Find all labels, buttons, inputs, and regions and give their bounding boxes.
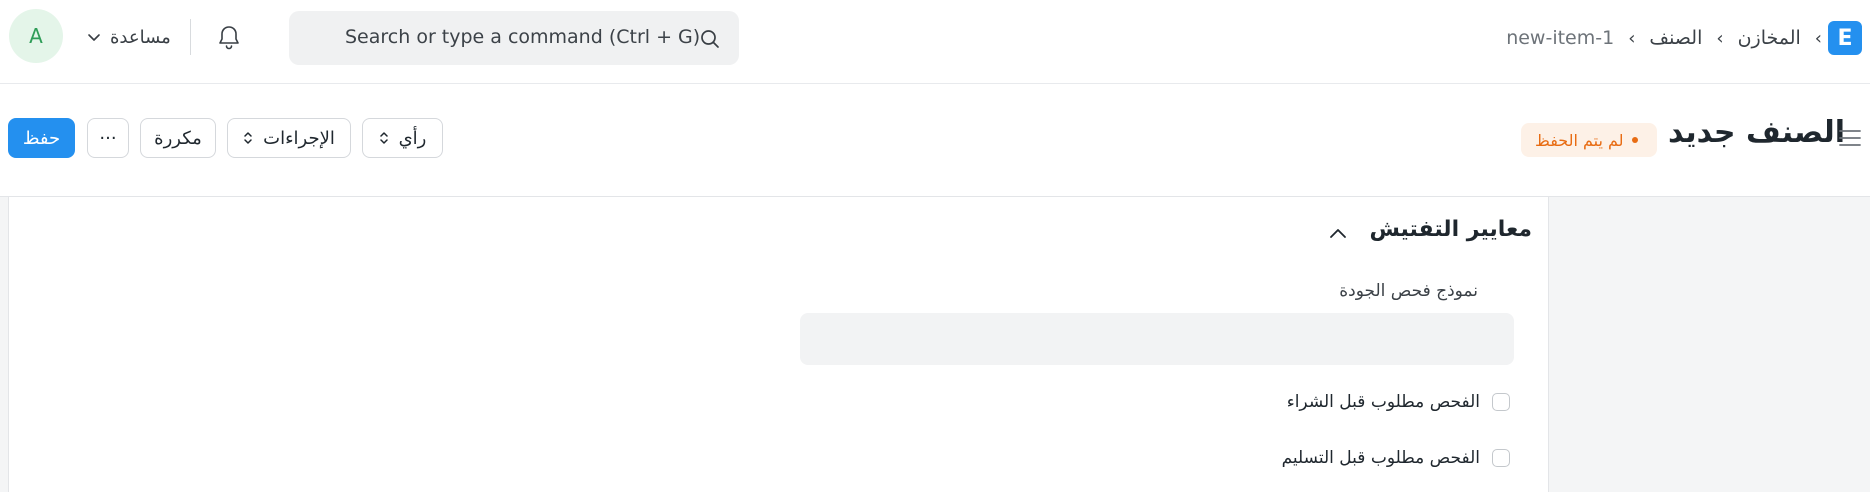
status-badge: لم يتم الحفظ — [1521, 123, 1657, 157]
breadcrumb-separator: ‹ — [1628, 27, 1636, 49]
duplicate-button[interactable]: مكررة — [140, 118, 216, 158]
view-label: رأي — [398, 127, 427, 149]
sidebar-toggle-hamburger-icon[interactable] — [1838, 127, 1862, 149]
breadcrumb: new-item-1 ‹ الصنف ‹ المخازن ‹ — [1506, 20, 1822, 56]
actions-dropdown[interactable]: الإجراءات — [227, 118, 351, 158]
updown-caret-icon — [379, 132, 388, 144]
updown-caret-icon — [244, 132, 252, 144]
inspection-before-delivery-label: الفحص مطلوب قبل التسليم — [1281, 448, 1480, 468]
notifications-bell-icon[interactable] — [214, 22, 244, 52]
more-options-button[interactable]: ··· — [87, 118, 129, 158]
chevron-up-icon[interactable] — [1328, 226, 1348, 240]
avatar[interactable]: A — [9, 9, 63, 63]
breadcrumb-item-item[interactable]: الصنف — [1649, 27, 1702, 49]
chevron-down-icon — [88, 34, 100, 41]
inspection-before-purchase-checkbox[interactable] — [1492, 393, 1510, 411]
search-bar[interactable]: Search or type a command (Ctrl + G) — [289, 11, 739, 65]
view-dropdown[interactable]: رأي — [362, 118, 443, 158]
navbar: A مساعدة Search or type a command (Ctrl … — [0, 0, 1870, 84]
quality-inspection-template-label: نموذج فحص الجودة — [1339, 281, 1478, 301]
status-dot-icon — [1631, 137, 1638, 143]
search-icon — [701, 30, 719, 48]
help-label: مساعدة — [110, 26, 171, 48]
status-badge-label: لم يتم الحفظ — [1535, 130, 1624, 150]
breadcrumb-separator: ‹ — [1716, 27, 1724, 49]
inspection-before-delivery-row[interactable]: الفحص مطلوب قبل التسليم — [1282, 445, 1510, 471]
breadcrumb-item-current[interactable]: new-item-1 — [1506, 27, 1614, 49]
app-logo[interactable]: E — [1828, 21, 1862, 55]
save-button[interactable]: حفظ — [8, 118, 75, 158]
breadcrumb-separator: ‹ — [1814, 27, 1822, 49]
navbar-divider — [190, 19, 191, 55]
section-title[interactable]: معايير التفتيش — [1369, 217, 1532, 242]
breadcrumb-item-stock[interactable]: المخازن — [1738, 27, 1801, 49]
help-dropdown[interactable]: مساعدة — [86, 22, 171, 52]
search-input[interactable]: Search or type a command (Ctrl + G) — [345, 26, 700, 48]
inspection-before-purchase-label: الفحص مطلوب قبل الشراء — [1286, 392, 1480, 412]
quality-inspection-template-input[interactable] — [800, 313, 1514, 365]
inspection-before-delivery-checkbox[interactable] — [1492, 449, 1510, 467]
page-title: الصنف جديد — [1668, 115, 1846, 150]
inspection-before-purchase-row[interactable]: الفحص مطلوب قبل الشراء — [1287, 389, 1510, 415]
actions-label: الإجراءات — [263, 127, 335, 149]
